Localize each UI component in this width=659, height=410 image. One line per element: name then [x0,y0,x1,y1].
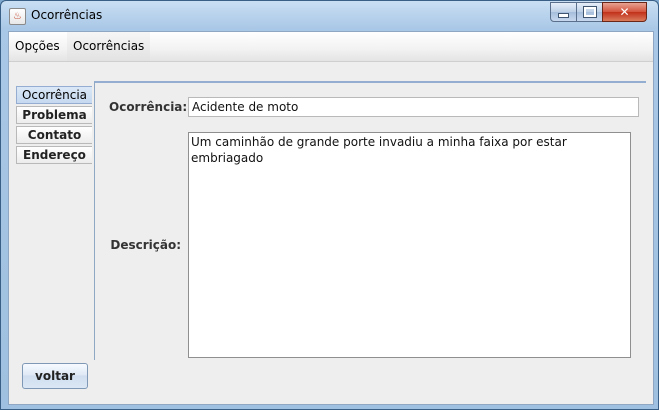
java-icon[interactable]: ♨ [9,8,26,25]
voltar-button[interactable]: voltar [22,363,88,389]
descricao-label: Descrição: [110,238,181,252]
ocorrencia-label: Ocorrência: [109,100,188,114]
minimize-button[interactable] [550,2,577,22]
tab-problema[interactable]: Problema [16,106,92,124]
maximize-icon [582,6,597,18]
close-button[interactable]: ✕ [602,2,647,22]
menu-opcoes[interactable]: Opções [9,32,66,61]
descricao-textarea[interactable]: Um caminhão de grande porte invadiu a mi… [188,132,631,358]
window-title: Ocorrências [31,8,103,22]
tab-endereco[interactable]: Endereço [16,146,92,164]
tab-contato[interactable]: Contato [16,126,92,144]
menu-ocorrencias[interactable]: Ocorrências [67,32,151,61]
window-content: Opções Ocorrências Ocorrência Problema C… [8,31,654,405]
menu-bar: Opções Ocorrências [9,32,653,62]
ocorrencia-field[interactable]: Acidente de moto [188,97,639,117]
title-bar[interactable]: ♨ Ocorrências ✕ [1,1,658,31]
tab-ocorrencia[interactable]: Ocorrência [16,86,92,104]
close-icon: ✕ [619,5,630,19]
minimize-icon [558,12,569,18]
app-window: ♨ Ocorrências ✕ Opções Ocorrências Ocorr… [0,0,659,410]
maximize-button[interactable] [576,2,603,22]
tab-strip: Ocorrência Problema Contato Endereço [16,86,94,166]
